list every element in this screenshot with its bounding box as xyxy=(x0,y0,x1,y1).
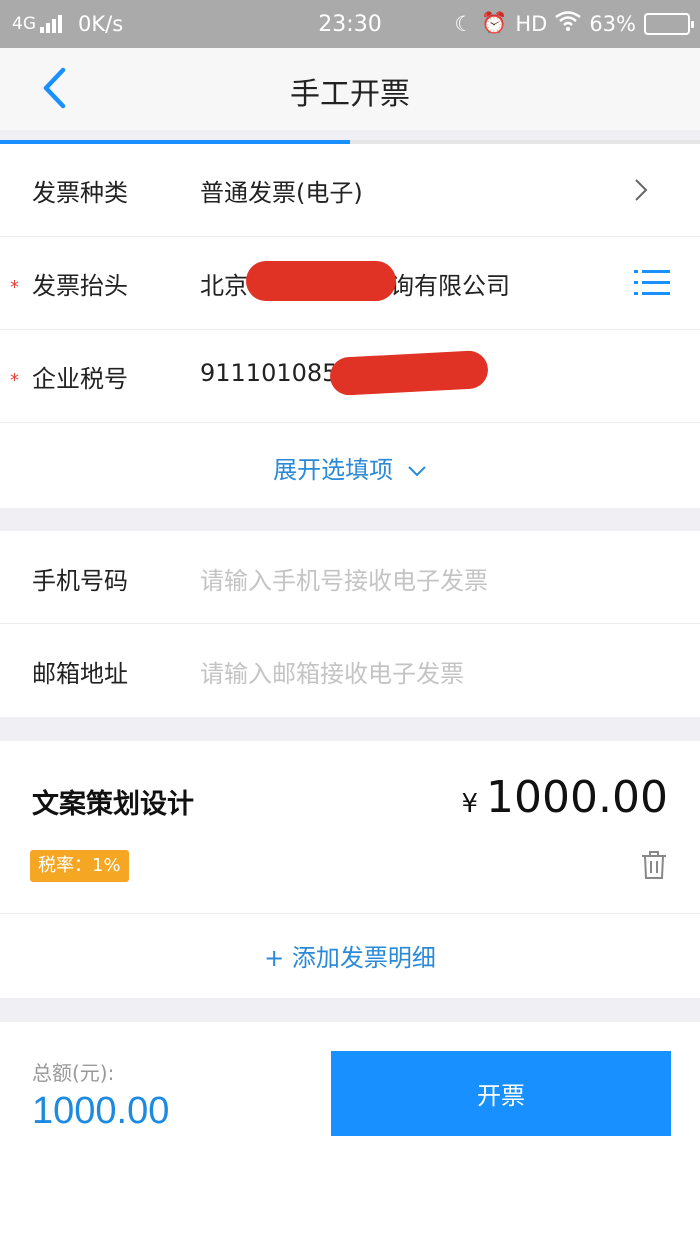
item-name: 文案策划设计 xyxy=(32,789,194,820)
issue-invoice-button[interactable]: 开票 xyxy=(331,1051,671,1136)
tax-id-row[interactable]: * 企业税号 911101085 xyxy=(0,330,700,422)
moon-icon: ☾ xyxy=(454,11,474,36)
email-row[interactable]: 邮箱地址 请输入邮箱接收电子发票 xyxy=(0,624,700,716)
currency-symbol: ¥ xyxy=(461,789,479,819)
invoice-type-row[interactable]: 发票种类 普通发票(电子) xyxy=(0,144,700,236)
page-title: 手工开票 xyxy=(290,77,410,112)
invoice-type-label: 发票种类 xyxy=(32,179,128,207)
expand-optional-label: 展开选填项 xyxy=(273,456,394,484)
redaction-mark xyxy=(329,349,489,397)
footer-bar: 总额(元): 1000.00 开票 xyxy=(0,1022,700,1245)
invoice-type-value: 普通发票(电子) xyxy=(200,179,363,207)
invoice-title-value-end: 询有限公司 xyxy=(390,272,510,300)
email-input[interactable]: 请输入邮箱接收电子发票 xyxy=(200,654,464,689)
divider xyxy=(0,422,700,423)
status-right: ☾ ⏰ HD 63% xyxy=(446,11,694,36)
tax-id-value: 911101085 xyxy=(200,359,338,387)
battery-percent: 63% xyxy=(589,11,636,36)
redaction-mark xyxy=(246,261,396,301)
total-value: 1000.00 xyxy=(32,1090,170,1132)
battery-icon xyxy=(644,12,694,35)
total-label: 总额(元): xyxy=(32,1061,115,1085)
item-price: ¥ 1000.00 xyxy=(462,772,669,823)
trash-icon[interactable] xyxy=(640,850,668,880)
phone-row[interactable]: 手机号码 请输入手机号接收电子发票 xyxy=(0,531,700,623)
status-bar: 4G 0K/s 23:30 ☾ ⏰ HD 63% xyxy=(0,0,700,48)
item-amount: 1000.00 xyxy=(486,772,668,823)
chevron-down-icon xyxy=(408,466,426,477)
wifi-icon xyxy=(555,11,582,36)
hd-label: HD xyxy=(515,11,548,36)
tax-id-label: 企业税号 xyxy=(32,365,128,393)
invoice-title-label: 发票抬头 xyxy=(32,272,128,300)
expand-optional-button[interactable]: 展开选填项 xyxy=(0,450,700,485)
required-mark: * xyxy=(10,370,19,391)
alarm-icon: ⏰ xyxy=(481,11,508,35)
invoice-title-row[interactable]: * 发票抬头 北京 询有限公司 xyxy=(0,237,700,329)
chevron-right-icon xyxy=(635,179,648,201)
invoice-title-value-start: 北京 xyxy=(200,272,248,300)
tax-rate-badge: 税率：1% xyxy=(30,850,129,882)
nav-bar: 手工开票 xyxy=(0,48,700,130)
add-invoice-detail-button[interactable]: + 添加发票明细 xyxy=(0,938,700,973)
contact-card: 手机号码 请输入手机号接收电子发票 邮箱地址 请输入邮箱接收电子发票 xyxy=(0,531,700,717)
divider xyxy=(0,913,700,914)
phone-label: 手机号码 xyxy=(32,567,128,595)
email-label: 邮箱地址 xyxy=(32,660,128,688)
invoice-info-card: 发票种类 普通发票(电子) * 发票抬头 北京 询有限公司 * 企业税号 911… xyxy=(0,144,700,508)
list-icon[interactable] xyxy=(634,269,670,297)
phone-input[interactable]: 请输入手机号接收电子发票 xyxy=(200,561,488,596)
required-mark: * xyxy=(10,277,19,298)
